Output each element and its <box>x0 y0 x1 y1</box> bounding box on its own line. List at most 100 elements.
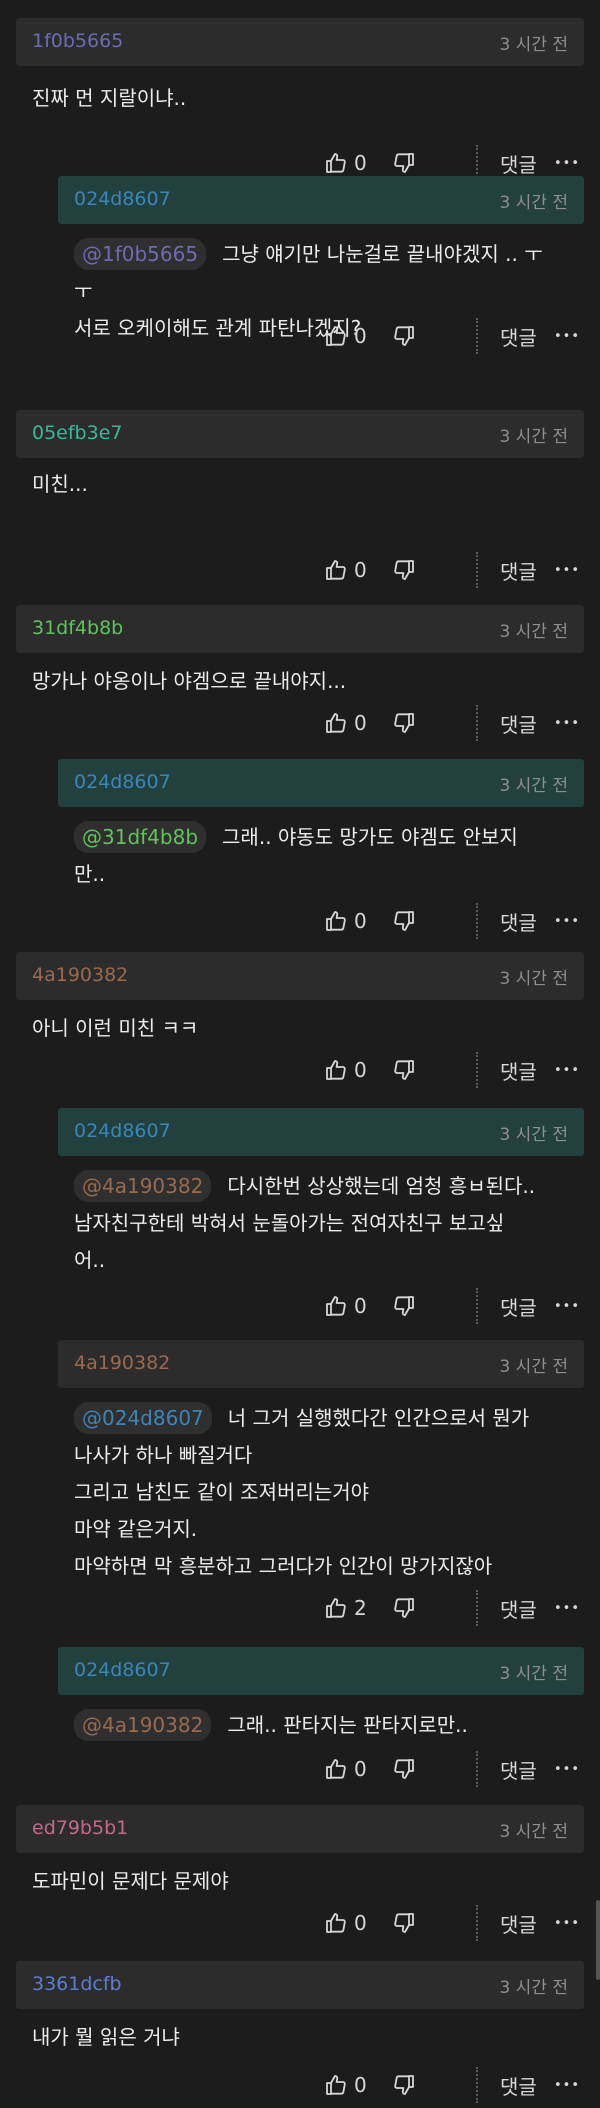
timestamp: 3 시간 전 <box>499 622 568 642</box>
divider <box>476 2067 478 2103</box>
username[interactable]: 4a190382 <box>74 1352 170 1374</box>
comment-line: @1f0b5665 그냥 얘기만 나눈걸로 끝내야겠지 .. ㅜ <box>74 236 570 273</box>
reply-button[interactable]: 댓글 <box>500 1749 537 1789</box>
reply-button[interactable]: 댓글 <box>500 901 537 941</box>
username[interactable]: 024d8607 <box>74 771 171 793</box>
mention-tag[interactable]: @024d8607 <box>74 1402 212 1434</box>
dislike-button[interactable] <box>392 316 416 356</box>
reply-button[interactable]: 댓글 <box>500 2065 537 2105</box>
like-button[interactable]: 0 <box>324 2065 367 2105</box>
reply-button[interactable]: 댓글 <box>500 1286 537 1326</box>
reply-button[interactable]: 댓글 <box>500 1588 537 1628</box>
dislike-button[interactable] <box>392 550 416 590</box>
thumbs-down-icon <box>392 1596 416 1620</box>
mention-tag[interactable]: @4a190382 <box>74 1170 212 1202</box>
comment-header: 3361dcfb 3 시간 전 <box>16 1961 584 2009</box>
comment-line: 마약 같은거지. <box>74 1511 570 1548</box>
reply-button[interactable]: 댓글 <box>500 1050 537 1090</box>
more-options-icon[interactable]: ••• <box>554 1749 580 1789</box>
thumbs-up-icon <box>324 1294 348 1318</box>
reply-button[interactable]: 댓글 <box>500 1903 537 1943</box>
mention-tag[interactable]: @4a190382 <box>74 1709 212 1741</box>
comment-actions: 0 댓글 ••• <box>324 1903 584 1943</box>
username[interactable]: 3361dcfb <box>32 1973 122 1995</box>
dislike-button[interactable] <box>392 1903 416 1943</box>
like-button[interactable]: 0 <box>324 1903 367 1943</box>
like-button[interactable]: 0 <box>324 1749 367 1789</box>
more-options-icon[interactable]: ••• <box>554 1903 580 1943</box>
dislike-button[interactable] <box>392 1050 416 1090</box>
thumbs-up-icon <box>324 1911 348 1935</box>
comment-actions: 0 댓글 ••• <box>324 703 584 743</box>
thumbs-down-icon <box>392 1294 416 1318</box>
thumbs-down-icon <box>392 1058 416 1082</box>
username[interactable]: 31df4b8b <box>32 617 123 639</box>
more-options-icon[interactable]: ••• <box>554 1286 580 1326</box>
more-options-icon[interactable]: ••• <box>554 1050 580 1090</box>
more-options-icon[interactable]: ••• <box>554 550 580 590</box>
like-button[interactable]: 0 <box>324 316 367 356</box>
dislike-button[interactable] <box>392 1286 416 1326</box>
comment-actions: 2 댓글 ••• <box>324 1588 584 1628</box>
comment-text: 아니 이런 미친 ㅋㅋ <box>32 1016 199 1040</box>
username[interactable]: 1f0b5665 <box>32 30 123 52</box>
comment-header: 024d8607 3 시간 전 <box>58 176 584 224</box>
thumbs-up-icon <box>324 1757 348 1781</box>
comment-header: 4a190382 3 시간 전 <box>58 1340 584 1388</box>
mention-tag[interactable]: @1f0b5665 <box>74 238 207 270</box>
more-options-icon[interactable]: ••• <box>554 901 580 941</box>
thumbs-up-icon <box>324 1596 348 1620</box>
thumbs-down-icon <box>392 1757 416 1781</box>
username[interactable]: 024d8607 <box>74 188 171 210</box>
comment-actions: 0 댓글 ••• <box>324 316 584 356</box>
comment-line: 아니 이런 미친 ㅋㅋ <box>32 1010 570 1047</box>
dislike-button[interactable] <box>392 2065 416 2105</box>
comment-line: @31df4b8b 그래.. 야동도 망가도 야겜도 안보지 <box>74 819 570 856</box>
comment-text: 그래.. 야동도 망가도 야겜도 안보지 <box>222 825 518 849</box>
comment-body: @4a190382 다시한번 상상했는데 엄청 흥ㅂ된다.. 남자친구한테 박혀서 … <box>74 1168 570 1279</box>
thumbs-down-icon <box>392 1911 416 1935</box>
mention-tag[interactable]: @31df4b8b <box>74 821 207 853</box>
dislike-button[interactable] <box>392 1749 416 1789</box>
username[interactable]: 05efb3e7 <box>32 422 122 444</box>
username[interactable]: ed79b5b1 <box>32 1817 128 1839</box>
like-button[interactable]: 0 <box>324 703 367 743</box>
like-button[interactable]: 0 <box>324 550 367 590</box>
like-button[interactable]: 2 <box>324 1588 367 1628</box>
divider <box>476 1288 478 1324</box>
dislike-button[interactable] <box>392 1588 416 1628</box>
comment-line: 나사가 하나 빠질거다 <box>74 1437 570 1474</box>
username[interactable]: 4a190382 <box>32 964 128 986</box>
username[interactable]: 024d8607 <box>74 1120 171 1142</box>
comment-text: 진짜 먼 지랄이냐.. <box>32 86 187 110</box>
comment-body: 도파민이 문제다 문제야 <box>32 1863 570 1900</box>
like-count: 0 <box>354 558 367 582</box>
username[interactable]: 024d8607 <box>74 1659 171 1681</box>
thumbs-down-icon <box>392 558 416 582</box>
like-count: 0 <box>354 1294 367 1318</box>
more-options-icon[interactable]: ••• <box>554 2065 580 2105</box>
like-count: 0 <box>354 151 367 175</box>
like-button[interactable]: 0 <box>324 1050 367 1090</box>
like-button[interactable]: 0 <box>324 1286 367 1326</box>
comment-text: 도파민이 문제다 문제야 <box>32 1869 229 1893</box>
scrollbar[interactable] <box>596 1900 600 1980</box>
timestamp: 3 시간 전 <box>499 1357 568 1377</box>
more-options-icon[interactable]: ••• <box>554 703 580 743</box>
divider <box>476 1052 478 1088</box>
reply-button[interactable]: 댓글 <box>500 703 537 743</box>
like-button[interactable]: 0 <box>324 901 367 941</box>
comment-actions: 0 댓글 ••• <box>324 1050 584 1090</box>
timestamp: 3 시간 전 <box>499 969 568 989</box>
more-options-icon[interactable]: ••• <box>554 316 580 356</box>
more-options-icon[interactable]: ••• <box>554 1588 580 1628</box>
dislike-button[interactable] <box>392 901 416 941</box>
thumbs-up-icon <box>324 711 348 735</box>
comment-header: 05efb3e7 3 시간 전 <box>16 410 584 458</box>
comment-header: 31df4b8b 3 시간 전 <box>16 605 584 653</box>
dislike-button[interactable] <box>392 703 416 743</box>
reply-button[interactable]: 댓글 <box>500 550 537 590</box>
reply-button[interactable]: 댓글 <box>500 316 537 356</box>
thumbs-down-icon <box>392 151 416 175</box>
thumbs-down-icon <box>392 2073 416 2097</box>
